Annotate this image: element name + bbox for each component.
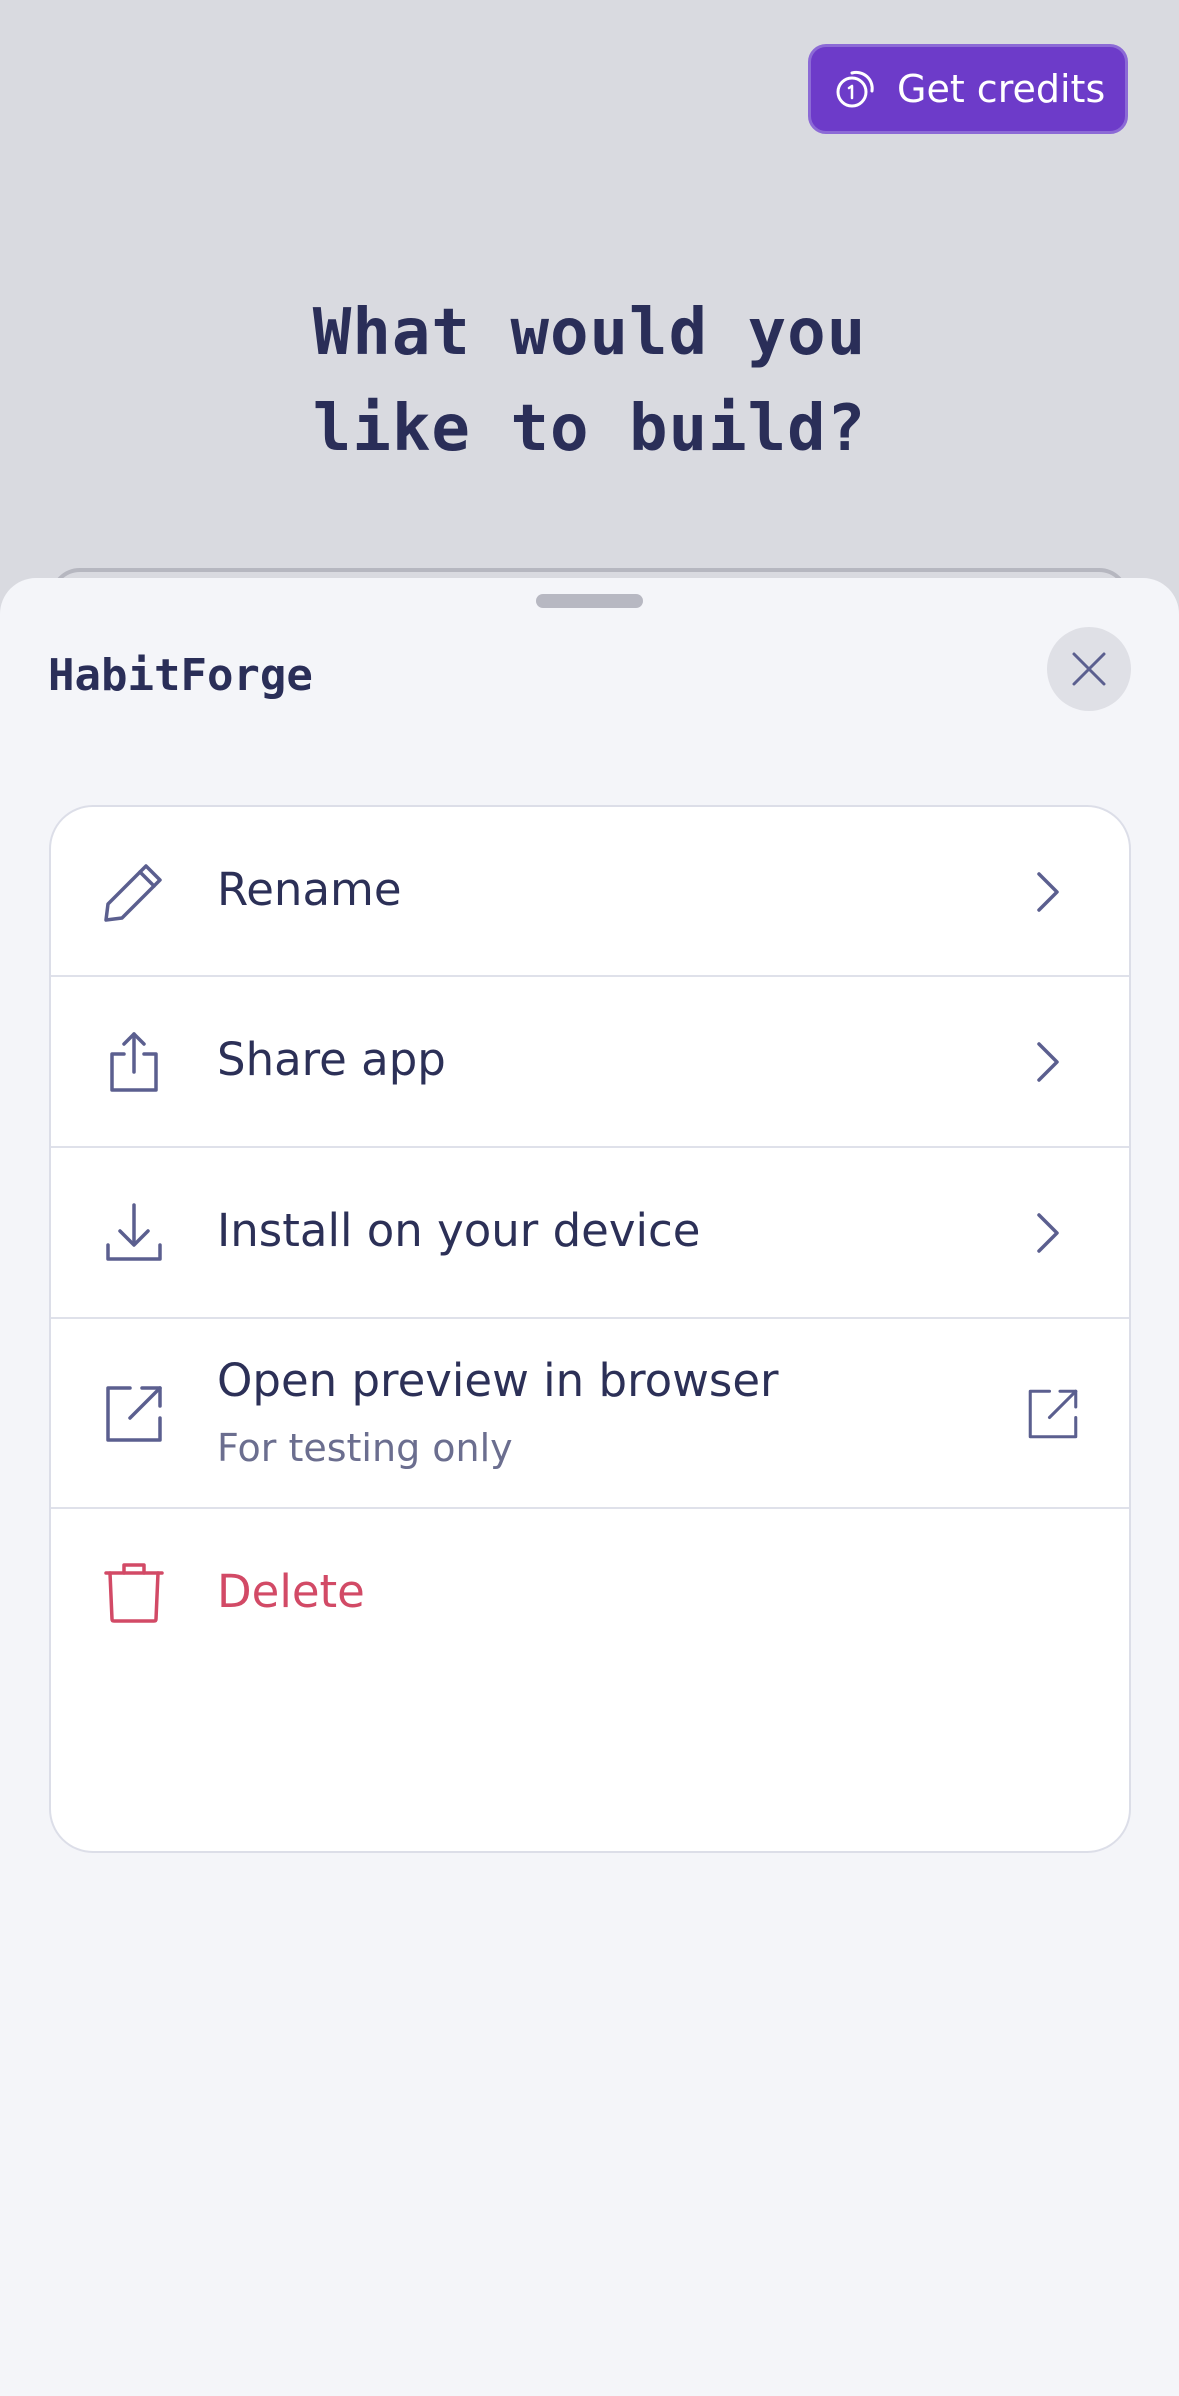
screen: Get credits What would you like to build… xyxy=(0,0,1179,2396)
menu-item-delete[interactable]: Delete xyxy=(51,1509,1129,1677)
chevron-right-icon xyxy=(1037,1213,1059,1253)
menu-item-install[interactable]: Install on your device xyxy=(51,1148,1129,1319)
sheet-title: HabitForge xyxy=(48,650,313,701)
trash-icon xyxy=(104,1563,164,1623)
get-credits-label: Get credits xyxy=(897,67,1106,111)
menu-item-sublabel: For testing only xyxy=(217,1426,513,1470)
close-icon xyxy=(1072,652,1106,686)
hero-title-line-1: What would you xyxy=(312,296,867,370)
menu-item-label: Open preview in browser xyxy=(217,1354,779,1407)
pencil-icon xyxy=(104,864,162,922)
menu-item-label: Share app xyxy=(217,1033,446,1086)
hero-title-line-2: like to build? xyxy=(312,392,867,466)
sheet-grabber[interactable] xyxy=(536,594,643,608)
external-link-icon xyxy=(1028,1389,1078,1439)
chevron-right-icon xyxy=(1037,872,1059,912)
menu-item-label: Delete xyxy=(217,1565,365,1618)
menu-item-label: Rename xyxy=(217,863,402,916)
chevron-right-icon xyxy=(1037,1042,1059,1082)
menu-item-open-preview[interactable]: Open preview in browser For testing only xyxy=(51,1319,1129,1509)
options-menu: Rename Share app Install on your device … xyxy=(49,805,1131,1853)
coin-icon xyxy=(836,70,874,108)
close-button[interactable] xyxy=(1047,627,1131,711)
hero-title: What would you like to build? xyxy=(0,285,1179,477)
menu-item-rename[interactable]: Rename xyxy=(51,807,1129,977)
get-credits-button[interactable]: Get credits xyxy=(808,44,1128,134)
menu-item-share-app[interactable]: Share app xyxy=(51,977,1129,1148)
download-icon xyxy=(106,1203,162,1261)
menu-item-label: Install on your device xyxy=(217,1204,701,1257)
app-options-sheet: HabitForge Rename Share app Install on y… xyxy=(0,578,1179,2396)
external-link-icon xyxy=(106,1386,162,1442)
share-icon xyxy=(110,1032,158,1092)
